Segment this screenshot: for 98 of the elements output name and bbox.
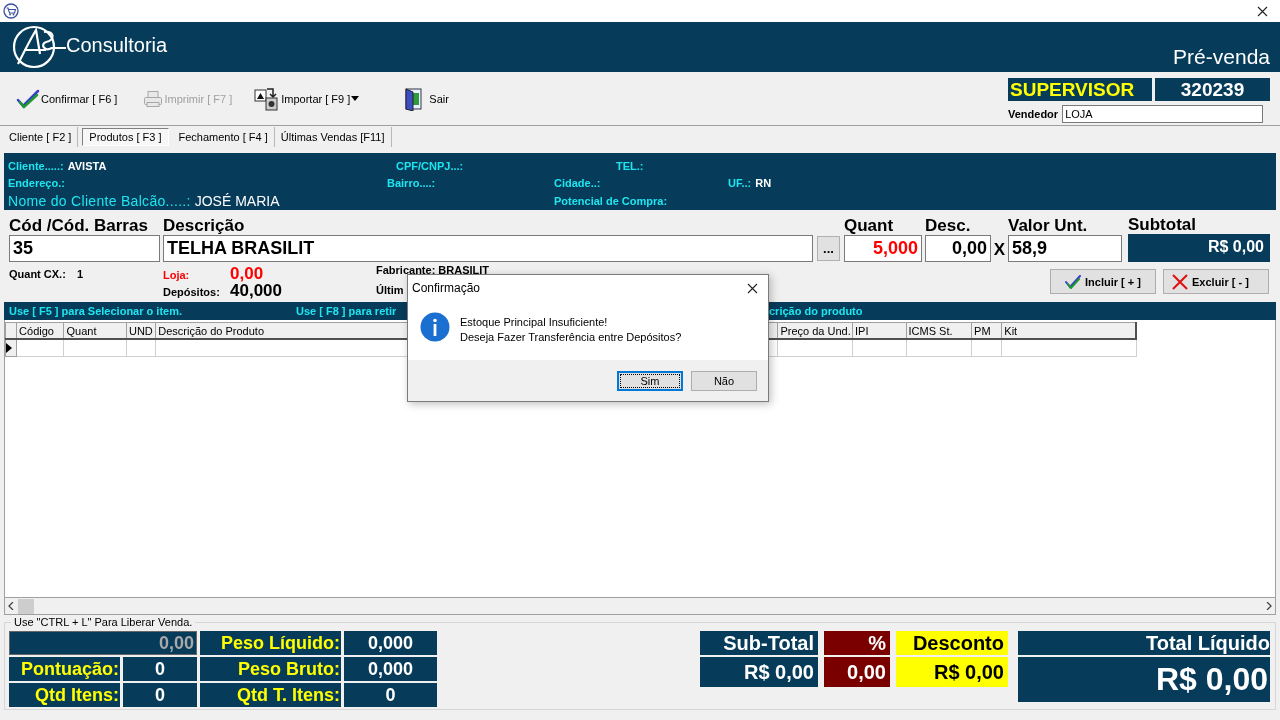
tab[interactable]: Produtos [ F3 ] [82,128,169,146]
total-value: R$ 0,00 [700,657,818,687]
field-label: Depósitos: [163,286,220,298]
field-label: Descrição [163,216,246,235]
field-label: Valor Unt. [1008,216,1089,235]
stat-label: Peso Bruto: [200,657,341,681]
stat-label: Qtd T. Itens: [200,683,341,707]
field-label: TEL.: [616,159,644,172]
total-label: % [824,631,890,655]
field-value: 1 [77,268,84,280]
door-icon [403,86,424,111]
tab[interactable]: Fechamento [ F4 ] [172,127,275,147]
column-header: IPI [852,322,906,339]
column-header: Quant [63,322,127,339]
description-field[interactable]: TELHA BRASILIT [163,235,813,262]
multiply-sign: X [992,240,1007,260]
total-label: Sub-Total [700,631,818,655]
field-value: JOSÉ MARIA [194,192,280,209]
x-icon [1172,273,1188,290]
info-icon [420,312,450,342]
stat-value: 0 [123,657,197,681]
close-icon[interactable] [1257,5,1268,17]
manufacturer-text: Fabricante: BRASILIT [376,264,490,276]
cart-icon [3,3,19,19]
hint-text: crição do produto [769,305,863,317]
field-label: UF..: [728,176,752,189]
scroll-left-icon[interactable] [7,602,15,610]
toolbar-button[interactable]: Importar [ F9 ] [252,83,362,114]
field-label: Subtotal [1128,215,1197,234]
field-label: CPF/CNPJ...: [396,159,464,172]
lookup-button[interactable]: ... [817,236,840,261]
seller-field[interactable]: LOJA [1062,105,1264,123]
field-label: Quant [844,216,895,235]
field-value: RN [755,176,772,189]
tab[interactable]: Últimas Vendas [F11] [274,127,392,147]
dialog-button[interactable]: Não [691,370,757,391]
stat-value: 0,000 [344,657,437,681]
hint-text: Use [ F5 ] para Selecionar o item. [9,305,182,317]
column-header: Preço da Und. [777,322,853,339]
unit-price-field[interactable]: 58,9 [1008,235,1122,262]
brand-name: Consultoria [66,33,168,57]
field-value: AVISTA [67,159,107,172]
stock-value: 0,00 [230,264,264,284]
include-button[interactable]: Incluir [ + ] [1050,269,1156,294]
stat-label: Peso Líquido: [200,631,341,655]
stat-label: Pontuação: [9,657,120,681]
column-header: PM [971,322,1002,339]
field-label: Desc. [925,216,972,235]
discount-field[interactable]: 0,00 [925,235,991,262]
screen-title: Pré-venda [1173,45,1270,69]
toolbar-button[interactable]: Confirmar [ F6 ] [14,83,120,114]
close-icon[interactable] [747,282,758,294]
net-total-label: Total Líquido [1018,631,1270,655]
total-label: Desconto [896,631,1008,655]
field-label: Cidade..: [554,176,601,189]
field-label: Cód /Cód. Barras [9,216,149,235]
tab[interactable]: Cliente [ F2 ] [3,127,79,147]
stock-value: 40,000 [230,281,282,301]
column-header: Kit [1001,322,1136,339]
check-icon [1065,274,1082,289]
user-role: SUPERVISOR [1008,78,1152,101]
total-value: 0,00 [824,657,890,687]
hint-text: Use [ F8 ] para retir [296,305,397,317]
column-header: Código [16,322,64,339]
dialog-button[interactable]: Sim [617,370,683,391]
stat-label: Qtd Itens: [9,683,120,707]
field-label: Cliente.....: [8,159,64,172]
import-icon [254,86,281,111]
seller-label: Vendedor [1008,108,1059,120]
stat-value: 0 [123,683,197,707]
field-label: Quant CX.: [9,268,66,280]
total-value: R$ 0,00 [896,657,1008,687]
field-label: Últim [376,284,404,296]
stat-value: 0 [344,683,437,707]
net-total-value: R$ 0,00 [1018,657,1270,702]
scroll-right-icon[interactable] [1265,602,1273,610]
field-label: Nome do Cliente Balcão.....: [8,192,191,209]
total-value: 0,00 [9,631,197,655]
column-header: UND [126,322,156,339]
stat-value: 0,000 [344,631,437,655]
user-code: 320239 [1155,78,1270,101]
printer-icon [143,89,164,108]
horizontal-scrollbar[interactable] [4,598,1276,615]
remove-button[interactable]: Excluir [ - ] [1163,269,1269,294]
check-icon [16,88,40,109]
field-label: Endereço.: [8,176,65,189]
quantity-field[interactable]: 5,000 [844,235,922,262]
logo-icon [10,24,66,70]
scroll-thumb[interactable] [18,598,34,614]
group-legend: Use "CTRL + L" Para Liberar Venda. [11,616,196,628]
dialog-title: Confirmação [412,281,481,295]
code-field[interactable]: 35 [9,235,160,262]
toolbar-button[interactable]: Sair [401,83,451,114]
field-label: Bairro....: [387,176,436,189]
field-label: Potencial de Compra: [554,194,668,207]
column-header: ICMS St. [906,322,972,339]
subtotal-value: R$ 0,00 [1128,234,1270,262]
field-label: Loja: [163,269,190,281]
